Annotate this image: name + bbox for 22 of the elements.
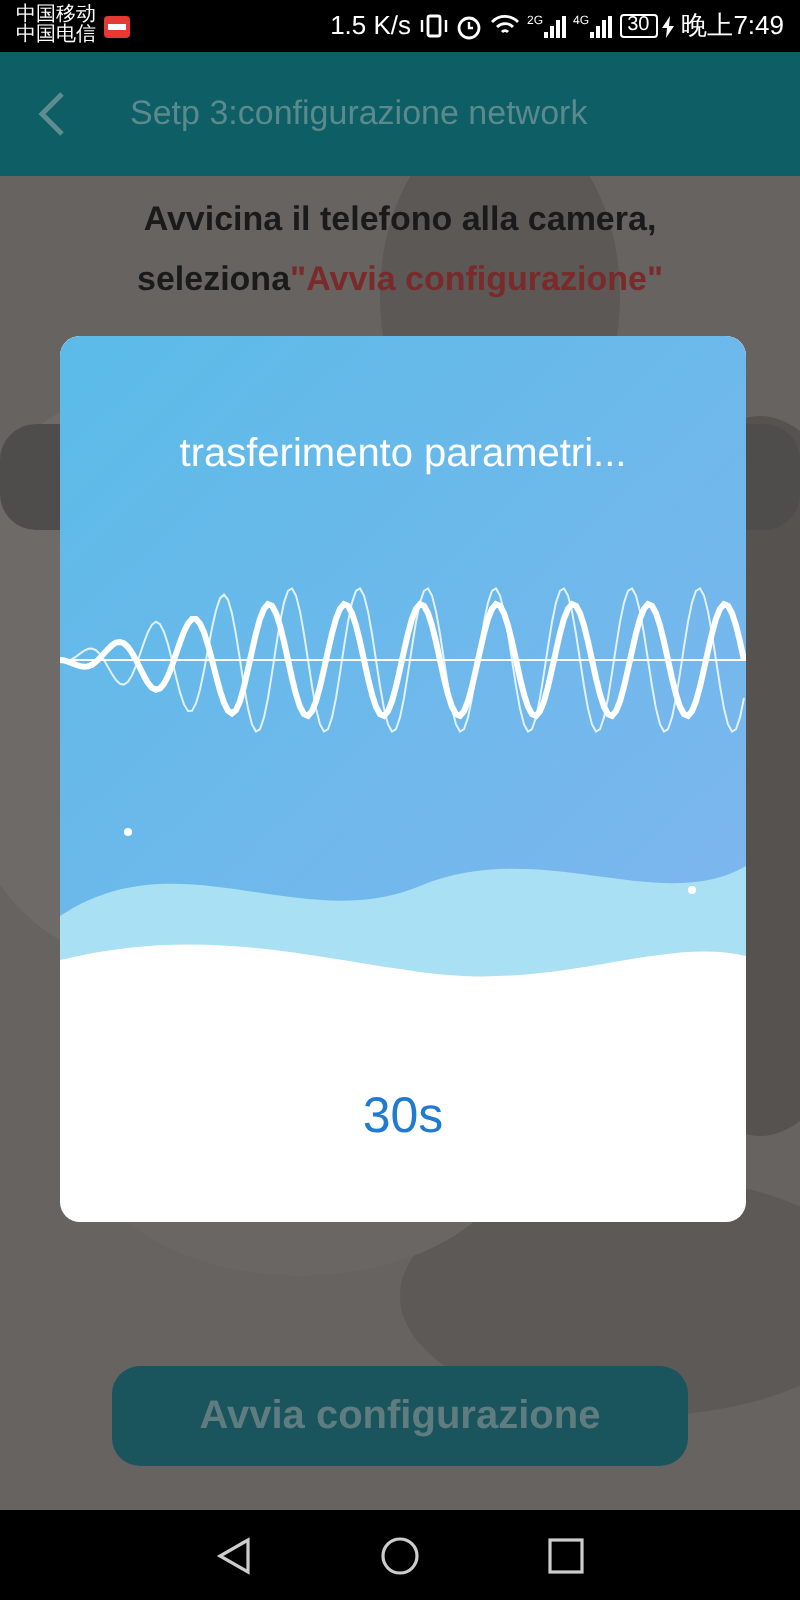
carrier-label: 中国移动 — [16, 6, 96, 26]
home-nav-icon[interactable] — [380, 1535, 420, 1575]
bar-edge — [0, 424, 60, 530]
alarm-icon — [455, 13, 482, 39]
wifi-icon — [489, 14, 520, 38]
app-notification-icon — [104, 15, 130, 37]
back-nav-icon[interactable] — [216, 1535, 252, 1575]
countdown-text: 30s — [360, 1086, 446, 1148]
signal-icon — [543, 15, 566, 37]
charging-icon — [661, 15, 674, 37]
network-speed: 1.5 K/s — [330, 8, 412, 45]
recents-nav-icon[interactable] — [548, 1537, 584, 1573]
clock-time: 晚上7:49 — [681, 8, 784, 45]
battery-indicator: 30 — [619, 14, 658, 38]
instruction-text: seleziona"Avvia configurazione" — [136, 257, 663, 302]
dialog-message: trasferimento parametri... — [177, 430, 629, 480]
vibrate-icon — [419, 14, 448, 38]
carrier-label: 中国电信 — [16, 26, 96, 46]
start-button[interactable]: Avvia configurazione — [112, 1366, 688, 1466]
signal-icon — [589, 15, 612, 37]
page-title: Setp 3:configurazione network — [130, 92, 588, 137]
instruction-text: Avvicina il telefono alla camera, — [143, 198, 657, 242]
